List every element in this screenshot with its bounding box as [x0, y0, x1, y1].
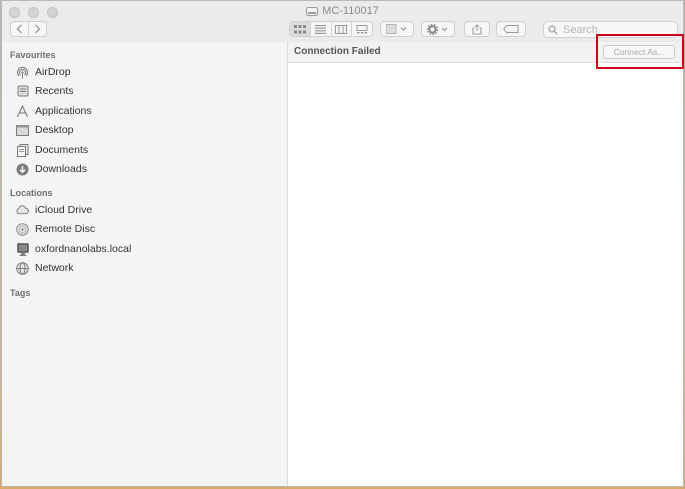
chevron-left-icon — [16, 24, 22, 34]
computer-icon — [16, 242, 29, 256]
search-field[interactable] — [543, 21, 678, 38]
sidebar-item-label: Remote Disc — [35, 223, 96, 235]
icon-view-icon — [293, 24, 306, 33]
edit-tags-button[interactable] — [496, 21, 526, 37]
sidebar-item-label: Downloads — [35, 163, 87, 175]
sidebar-item-remote-disc[interactable]: Remote Disc — [16, 220, 276, 238]
view-mode-control — [289, 21, 373, 37]
desktop-icon — [16, 124, 29, 137]
navigation-buttons — [10, 21, 47, 37]
sidebar-item-label: Recents — [35, 85, 74, 97]
sidebar-item-label: Network — [35, 262, 74, 274]
network-drive-icon — [306, 6, 319, 16]
sidebar-item-network[interactable]: Network — [16, 259, 276, 277]
documents-icon — [16, 143, 29, 157]
sidebar-item-applications[interactable]: Applications — [16, 102, 276, 120]
group-icon — [386, 24, 407, 34]
share-icon — [472, 23, 482, 34]
window-title: MC-110017 — [2, 5, 683, 17]
applications-icon — [16, 104, 29, 118]
connection-status-bar: Connection Failed Connect As... — [288, 42, 683, 63]
search-input[interactable] — [563, 23, 663, 36]
sidebar-item-documents[interactable]: Documents — [16, 141, 276, 159]
back-button[interactable] — [11, 22, 28, 36]
column-view-icon — [335, 24, 348, 34]
sidebar-item-label: oxfordnanolabs.local — [35, 243, 132, 255]
group-by-button[interactable] — [380, 21, 414, 37]
network-icon — [16, 261, 29, 275]
icon-view-button[interactable] — [290, 22, 310, 36]
forward-button[interactable] — [28, 22, 46, 36]
sidebar-item-label: Applications — [35, 105, 92, 117]
sidebar-item-desktop[interactable]: Desktop — [16, 121, 276, 139]
sidebar: Favourites AirDrop Recents Applications … — [2, 42, 288, 486]
toolbar: MC-110017 — [2, 1, 683, 43]
window-title-text: MC-110017 — [322, 5, 379, 17]
sidebar-item-label: iCloud Drive — [35, 204, 93, 216]
content-area: Connection Failed Connect As... — [288, 42, 683, 486]
disc-icon — [16, 222, 29, 236]
locations-header: Locations — [10, 188, 53, 198]
share-button[interactable] — [464, 21, 490, 37]
gallery-view-button[interactable] — [351, 22, 372, 36]
sidebar-item-label: AirDrop — [35, 66, 71, 78]
finder-window: MC-110017 Search Favourites AirDrop Rece… — [1, 0, 684, 487]
favourites-header: Favourites — [10, 50, 56, 60]
downloads-icon — [16, 163, 29, 176]
sidebar-item-recents[interactable]: Recents — [16, 82, 276, 100]
list-view-button[interactable] — [309, 22, 331, 36]
connect-as-button[interactable]: Connect As... — [603, 45, 675, 59]
sidebar-item-label: Desktop — [35, 124, 74, 136]
list-view-icon — [315, 24, 327, 34]
tag-icon — [503, 25, 519, 33]
sidebar-item-label: Documents — [35, 144, 89, 156]
action-menu-button[interactable] — [421, 21, 455, 37]
gallery-view-icon — [356, 24, 368, 33]
sidebar-item-airdrop[interactable]: AirDrop — [16, 63, 276, 81]
chevron-right-icon — [35, 24, 41, 34]
tags-header: Tags — [10, 288, 31, 298]
sidebar-item-oxfordnanolabs[interactable]: oxfordnanolabs.local — [16, 240, 276, 258]
icloud-icon — [16, 204, 29, 217]
sidebar-item-downloads[interactable]: Downloads — [16, 160, 276, 178]
recents-icon — [16, 85, 29, 98]
sidebar-item-icloud-drive[interactable]: iCloud Drive — [16, 201, 276, 219]
airdrop-icon — [16, 66, 29, 79]
search-icon — [548, 24, 558, 35]
gear-icon — [427, 23, 448, 35]
connection-status-text: Connection Failed — [294, 46, 381, 57]
column-view-button[interactable] — [330, 22, 352, 36]
